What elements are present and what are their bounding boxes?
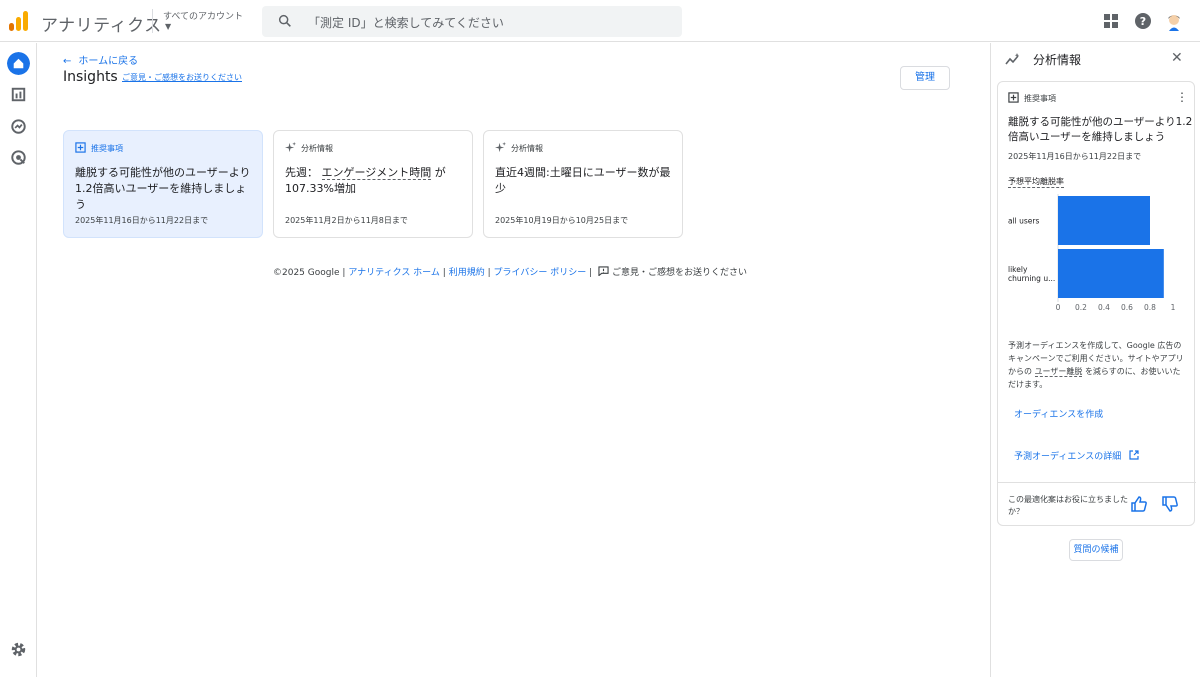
search-input[interactable]: 「測定 ID」と検索してみてください <box>262 6 682 37</box>
recommendation-icon <box>75 142 86 153</box>
footer-sep: | <box>342 268 346 278</box>
analytics-logo-icon[interactable] <box>9 11 29 31</box>
footer-link-terms[interactable]: 利用規約 <box>449 268 485 278</box>
apps-grid-icon[interactable] <box>1101 11 1121 31</box>
app-title: アナリティクス <box>41 16 162 36</box>
suggested-questions-button[interactable]: 質問の候補 <box>1069 539 1123 561</box>
page-title: Insights <box>63 69 118 85</box>
arrow-back-icon: ← <box>63 56 72 67</box>
card-chip-label: 推奨事項 <box>91 144 123 153</box>
panel-title: 分析情報 <box>1033 53 1082 67</box>
thumb-down-icon[interactable] <box>1161 495 1179 513</box>
divider <box>998 482 1196 483</box>
chart-category-label: churning u... <box>1008 274 1055 283</box>
footer-link-analytics-home[interactable]: アナリティクス ホーム <box>348 268 440 278</box>
feedback-link[interactable]: ご意見・ご感想をお送りください <box>122 72 242 83</box>
caret-down-icon: ▼ <box>165 22 172 31</box>
copyright: ©2025 Google <box>273 268 340 278</box>
insights-trend-icon <box>1005 53 1020 65</box>
insights-panel: 分析情報 ✕ 推奨事項 ⋮ 離脱する可能性が他のユーザーより1.2倍高いユーザー… <box>990 43 1200 677</box>
card-chip: 推奨事項 <box>75 142 123 154</box>
chart-tick-label: 0.2 <box>1075 303 1087 312</box>
card-chip: 分析情報 <box>285 142 333 154</box>
account-label: すべてのアカウント <box>163 12 244 22</box>
footer-link-privacy[interactable]: プライバシー ポリシー <box>494 268 587 278</box>
insight-card-engagement[interactable]: 分析情報 先週： エンゲージメント時間 が107.33%増加 2025年11月2… <box>273 130 473 238</box>
chart-tick-label: 0.8 <box>1144 303 1156 312</box>
footer-sep: | <box>589 268 593 278</box>
recommendation-detail-card: 推奨事項 ⋮ 離脱する可能性が他のユーザーより1.2倍高いユーザーを維持しましょ… <box>997 81 1196 526</box>
thumb-up-icon[interactable] <box>1130 495 1148 513</box>
back-to-home-link[interactable]: ← ホームに戻る <box>63 52 138 67</box>
back-label: ホームに戻る <box>78 56 139 67</box>
open-in-new-icon <box>1129 450 1139 460</box>
card-date: 2025年10月19日から10月25日まで <box>495 216 629 225</box>
sparkle-icon <box>285 142 296 153</box>
create-audience-link[interactable]: オーディエンスを作成 <box>1014 407 1103 420</box>
footer: ©2025 Google | アナリティクス ホーム | 利用規約 | プライバ… <box>273 265 747 278</box>
card-chip: 推奨事項 <box>1008 92 1056 104</box>
explore-icon[interactable] <box>7 115 30 138</box>
panel-card-title: 離脱する可能性が他のユーザーより1.2倍高いユーザーを維持しましょう <box>1008 116 1193 143</box>
metric-label: 予想平均離脱率 <box>1008 177 1064 188</box>
card-chip-label: 分析情報 <box>301 144 333 153</box>
recommendation-icon <box>1008 92 1019 103</box>
panel-card-date: 2025年11月16日から11月22日まで <box>1008 152 1142 161</box>
chart-bar[interactable] <box>1058 196 1150 245</box>
card-chip-label: 分析情報 <box>511 144 543 153</box>
divider <box>152 9 153 33</box>
card-chip: 分析情報 <box>495 142 543 154</box>
svg-text:?: ? <box>1140 15 1146 28</box>
settings-gear-icon[interactable] <box>7 638 30 661</box>
card-date: 2025年11月16日から11月22日まで <box>75 216 209 225</box>
advertising-icon[interactable] <box>7 146 30 169</box>
insight-card-users[interactable]: 分析情報 直近4週間:土曜日にユーザー数が最少 2025年10月19日から10月… <box>483 130 683 238</box>
panel-description: 予測オーディエンスを作成して、Google 広告のキャンペーンでご利用ください。… <box>1008 339 1188 391</box>
card-title: 先週： エンゲージメント時間 が107.33%増加 <box>285 165 465 197</box>
card-title: 直近4週間:土曜日にユーザー数が最少 <box>495 166 671 195</box>
left-nav-rail <box>0 43 37 677</box>
chart-tick-label: 0.4 <box>1098 303 1110 312</box>
churn-rate-bar-chart: all users likelychurning u... 0 0.2 0.4 0.6 0.… <box>1008 194 1176 312</box>
search-placeholder: 「測定 ID」と検索してみてください <box>308 16 504 30</box>
chart-tick-label: 1 <box>1171 303 1176 312</box>
card-date: 2025年11月2日から11月8日まで <box>285 216 408 225</box>
chart-tick-label: 0.6 <box>1121 303 1133 312</box>
chart-category-label: all users <box>1008 217 1040 226</box>
avatar[interactable] <box>1164 11 1184 31</box>
card-title-term: エンゲージメント時間 <box>321 166 432 180</box>
audience-detail-label: 予測オーディエンスの詳細 <box>1014 452 1122 462</box>
reports-icon[interactable] <box>7 83 30 106</box>
manage-button[interactable]: 管理 <box>900 66 950 90</box>
help-icon[interactable]: ? <box>1133 11 1153 31</box>
feedback-question: この最適化案はお役に立ちましたか？ <box>1008 495 1128 516</box>
sparkle-icon <box>495 142 506 153</box>
account-selector[interactable]: すべてのアカウント ▼ <box>163 9 244 31</box>
chart-bar[interactable] <box>1058 249 1164 298</box>
desc-text-2: を減らすのに、お使いいただけます。 <box>1008 367 1181 389</box>
chart-category-label: likely <box>1008 265 1028 274</box>
desc-term: ユーザー離脱 <box>1034 367 1083 377</box>
insight-card-recommendation[interactable]: 推奨事項 離脱する可能性が他のユーザーより1.2倍高いユーザーを維持しましょう … <box>63 130 263 238</box>
feedback-icon <box>598 266 609 277</box>
chart-tick-label: 0 <box>1056 303 1061 312</box>
more-vert-icon[interactable]: ⋮ <box>1176 90 1188 104</box>
main-content: ← ホームに戻る Insights ご意見・ご感想をお送りください 管理 推奨事項… <box>37 43 990 677</box>
home-icon[interactable] <box>7 52 30 75</box>
search-icon <box>278 14 291 27</box>
card-chip-label: 推奨事項 <box>1024 94 1056 103</box>
footer-feedback-label: ご意見・ご感想をお送りください <box>612 268 748 278</box>
card-title-prefix: 先週： <box>285 166 318 179</box>
footer-sep: | <box>442 268 446 278</box>
close-icon[interactable]: ✕ <box>1171 50 1183 66</box>
footer-feedback-link[interactable]: ご意見・ご感想をお送りください <box>595 266 748 278</box>
audience-detail-link[interactable]: 予測オーディエンスの詳細 <box>1014 449 1139 462</box>
card-title: 離脱する可能性が他のユーザーより1.2倍高いユーザーを維持しましょう <box>75 166 251 211</box>
top-bar: アナリティクス すべてのアカウント ▼ 「測定 ID」と検索してみてください ? <box>0 0 1200 42</box>
footer-sep: | <box>487 268 491 278</box>
